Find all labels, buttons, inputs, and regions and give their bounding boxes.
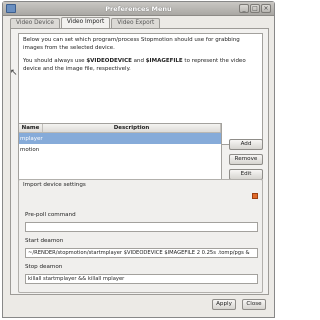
close-window-button[interactable]: × <box>261 4 271 13</box>
tab-bar: Video Device Video Import Video Export <box>10 17 161 28</box>
prepoll-label: Pre-poll command <box>25 212 76 218</box>
column-header-name[interactable]: Name <box>19 124 43 132</box>
info-paragraph-1: Below you can set which program/process … <box>23 37 240 51</box>
tab-video-export[interactable]: Video Export <box>111 18 161 28</box>
maximize-button[interactable]: □ <box>250 4 260 13</box>
table-row[interactable]: mplayer <box>19 133 221 144</box>
start-daemon-label: Start deamon <box>25 238 64 244</box>
video-import-panel: Below you can set which program/process … <box>10 28 269 295</box>
add-button[interactable]: Add <box>229 139 263 150</box>
info-paragraph-2: You should always use $VIDEODEVICE and $… <box>23 58 246 72</box>
start-daemon-field[interactable]: ~/RENDER/stopmotion/startmplayer $VIDEOD… <box>25 248 258 258</box>
warning-icon <box>252 193 258 199</box>
window-title: Preferences Menu <box>105 5 172 13</box>
close-button[interactable]: Close <box>242 299 266 310</box>
apply-button[interactable]: Apply <box>212 299 236 310</box>
table-actions: Add Remove Edit <box>229 139 263 180</box>
import-device-settings-group: Import device settings Pre-poll command … <box>18 179 263 293</box>
device-table: Name Description mplayer motion <box>18 123 222 185</box>
preferences-window: Preferences Menu _ □ × Video Device Vide… <box>2 1 275 318</box>
table-row[interactable]: motion <box>19 144 221 155</box>
minimize-button[interactable]: _ <box>239 4 249 13</box>
title-bar[interactable]: Preferences Menu _ □ × <box>3 2 274 16</box>
tab-video-device[interactable]: Video Device <box>10 18 60 28</box>
prepoll-command-field[interactable] <box>25 222 258 232</box>
imagefile-variable: $IMAGEFILE <box>145 58 183 64</box>
tab-video-import[interactable]: Video Import <box>60 17 111 28</box>
stop-daemon-label: Stop deamon <box>25 264 63 270</box>
stop-daemon-field[interactable]: killall startmplayer && killall mplayer <box>25 274 258 284</box>
row-name: motion <box>20 146 40 153</box>
videodevice-variable: $VIDEODEVICE <box>86 58 132 64</box>
row-name: mplayer <box>20 135 43 142</box>
table-header: Name Description <box>19 124 221 133</box>
mouse-cursor-icon: ↖ <box>10 68 18 78</box>
group-title: Import device settings <box>23 182 86 188</box>
remove-button[interactable]: Remove <box>229 154 263 165</box>
dialog-buttons: Apply Close <box>212 299 266 310</box>
column-header-description[interactable]: Description <box>43 124 221 132</box>
